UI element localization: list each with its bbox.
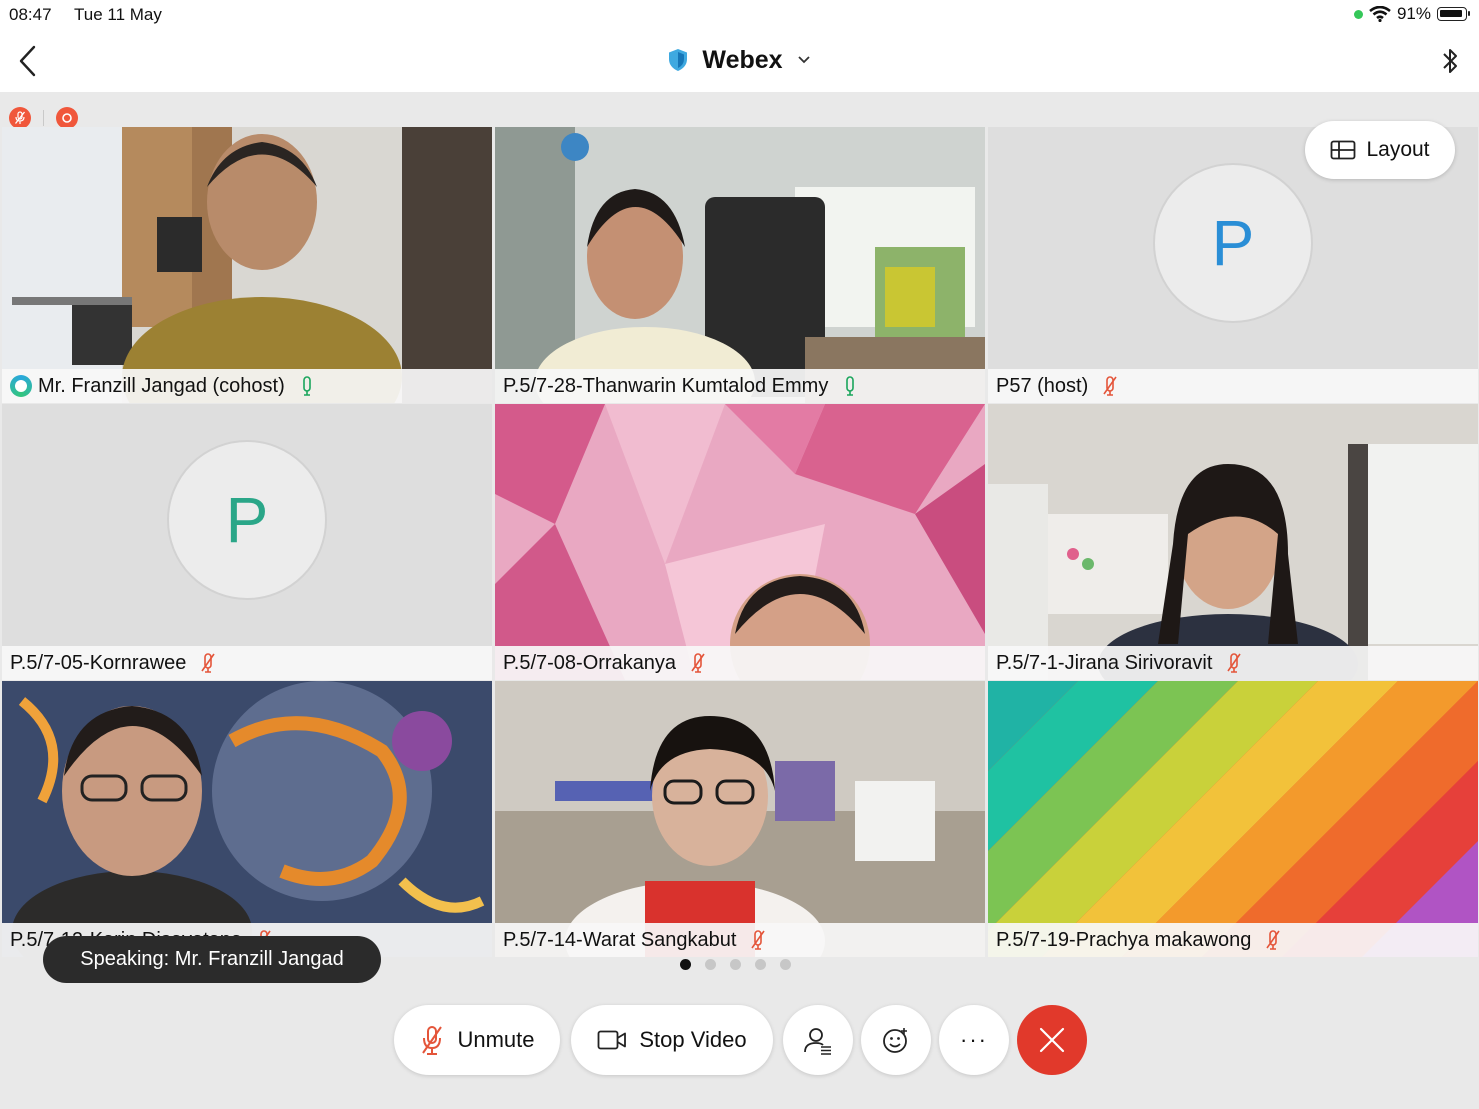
more-options-button[interactable]: ···	[939, 1005, 1009, 1075]
layout-button[interactable]: Layout	[1305, 121, 1455, 179]
microphone-muted-icon	[1227, 653, 1242, 673]
leave-meeting-button[interactable]	[1017, 1005, 1087, 1075]
stop-video-button[interactable]: Stop Video	[571, 1005, 773, 1075]
badge-divider	[43, 110, 44, 126]
status-time: 08:47	[9, 5, 52, 24]
page-dot[interactable]	[780, 959, 791, 970]
microphone-muted-icon	[422, 1026, 443, 1055]
video-feed	[988, 404, 1478, 680]
video-feed	[988, 681, 1478, 957]
layout-button-label: Layout	[1366, 138, 1430, 161]
participant-name: Mr. Franzill Jangad (cohost)	[38, 374, 285, 397]
video-tile-kornrawee[interactable]: P P.5/7-05-Kornrawee	[2, 404, 492, 680]
unmute-label: Unmute	[457, 1027, 535, 1052]
more-options-icon: ···	[960, 1027, 988, 1052]
status-date: Tue 11 May	[74, 5, 162, 24]
participant-name: P.5/7-14-Warat Sangkabut	[503, 928, 737, 951]
participant-namebar: P.5/7-14-Warat Sangkabut	[495, 923, 985, 957]
stop-video-label: Stop Video	[639, 1027, 747, 1052]
participant-namebar: P.5/7-19-Prachya makawong	[988, 923, 1478, 957]
participant-namebar: P57 (host)	[988, 369, 1478, 403]
participants-icon	[804, 1028, 831, 1055]
recording-indicator-icon	[56, 107, 78, 129]
muted-indicator-icon	[9, 107, 31, 129]
chevron-down-icon	[797, 56, 810, 64]
page-dot[interactable]	[755, 959, 766, 970]
microphone-muted-icon	[751, 930, 766, 950]
video-tile-franzill[interactable]: Mr. Franzill Jangad (cohost)	[2, 127, 492, 403]
meeting-title-area[interactable]: Webex	[0, 45, 1479, 75]
participant-namebar: P.5/7-08-Orrakanya	[495, 646, 985, 680]
battery-icon	[1437, 7, 1470, 21]
reactions-button[interactable]	[861, 1005, 931, 1075]
microphone-muted-icon	[691, 653, 705, 673]
video-feed	[2, 127, 492, 403]
participant-namebar: P.5/7-1-Jirana Sirivoravit	[988, 646, 1478, 680]
participant-namebar: Mr. Franzill Jangad (cohost)	[2, 369, 492, 403]
avatar: P	[1153, 163, 1313, 323]
video-tile-thanwarin[interactable]: P.5/7-28-Thanwarin Kumtalod Emmy	[495, 127, 985, 403]
status-bar: 08:47 Tue 11 May 91%	[0, 0, 1479, 30]
microphone-on-icon	[302, 376, 311, 396]
video-tile-prachya[interactable]: P.5/7-19-Prachya makawong	[988, 681, 1478, 957]
page-indicator[interactable]	[680, 959, 791, 970]
participant-name: P.5/7-19-Prachya makawong	[996, 928, 1252, 951]
page-dot[interactable]	[705, 959, 716, 970]
participant-namebar: P.5/7-05-Kornrawee	[2, 646, 492, 680]
close-icon	[1039, 1027, 1065, 1053]
shield-icon	[669, 49, 688, 72]
video-tile-warat[interactable]: P.5/7-14-Warat Sangkabut	[495, 681, 985, 957]
microphone-muted-icon	[1103, 376, 1117, 396]
video-tile-orrakanya[interactable]: P.5/7-08-Orrakanya	[495, 404, 985, 680]
video-feed	[495, 681, 985, 957]
avatar: P	[167, 440, 327, 600]
video-feed	[2, 681, 492, 957]
wifi-icon	[1369, 6, 1391, 22]
microphone-muted-icon	[1266, 930, 1280, 950]
microphone-muted-icon	[201, 653, 216, 673]
bluetooth-icon[interactable]	[1439, 44, 1461, 78]
video-feed	[495, 404, 985, 680]
meeting-header: Webex	[0, 30, 1479, 92]
participant-name: P.5/7-28-Thanwarin Kumtalod Emmy	[503, 374, 829, 397]
unmute-button[interactable]: Unmute	[394, 1005, 560, 1075]
layout-grid-icon	[1331, 140, 1356, 160]
cohost-icon	[10, 375, 32, 397]
battery-percent: 91%	[1396, 4, 1431, 23]
video-tile-karin[interactable]: P.5/7-12-Karin Disavatana	[2, 681, 492, 957]
video-tile-jirana[interactable]: P.5/7-1-Jirana Sirivoravit	[988, 404, 1478, 680]
page-dot[interactable]	[680, 959, 691, 970]
speaking-indicator: Speaking: Mr. Franzill Jangad	[43, 936, 381, 983]
page-dot[interactable]	[730, 959, 741, 970]
meeting-title: Webex	[702, 45, 783, 74]
participant-name: P57 (host)	[996, 374, 1089, 397]
participant-name: P.5/7-1-Jirana Sirivoravit	[996, 651, 1213, 674]
video-feed	[495, 127, 985, 403]
video-camera-icon	[597, 1030, 627, 1050]
camera-in-use-indicator	[1353, 9, 1363, 19]
participant-name: P.5/7-05-Kornrawee	[10, 651, 187, 674]
microphone-on-icon	[846, 376, 855, 396]
participants-button[interactable]	[783, 1005, 853, 1075]
emoji-icon	[883, 1028, 907, 1053]
participant-name: P.5/7-08-Orrakanya	[503, 651, 677, 674]
participant-namebar: P.5/7-28-Thanwarin Kumtalod Emmy	[495, 369, 985, 403]
status-right: 91%	[1353, 4, 1470, 24]
